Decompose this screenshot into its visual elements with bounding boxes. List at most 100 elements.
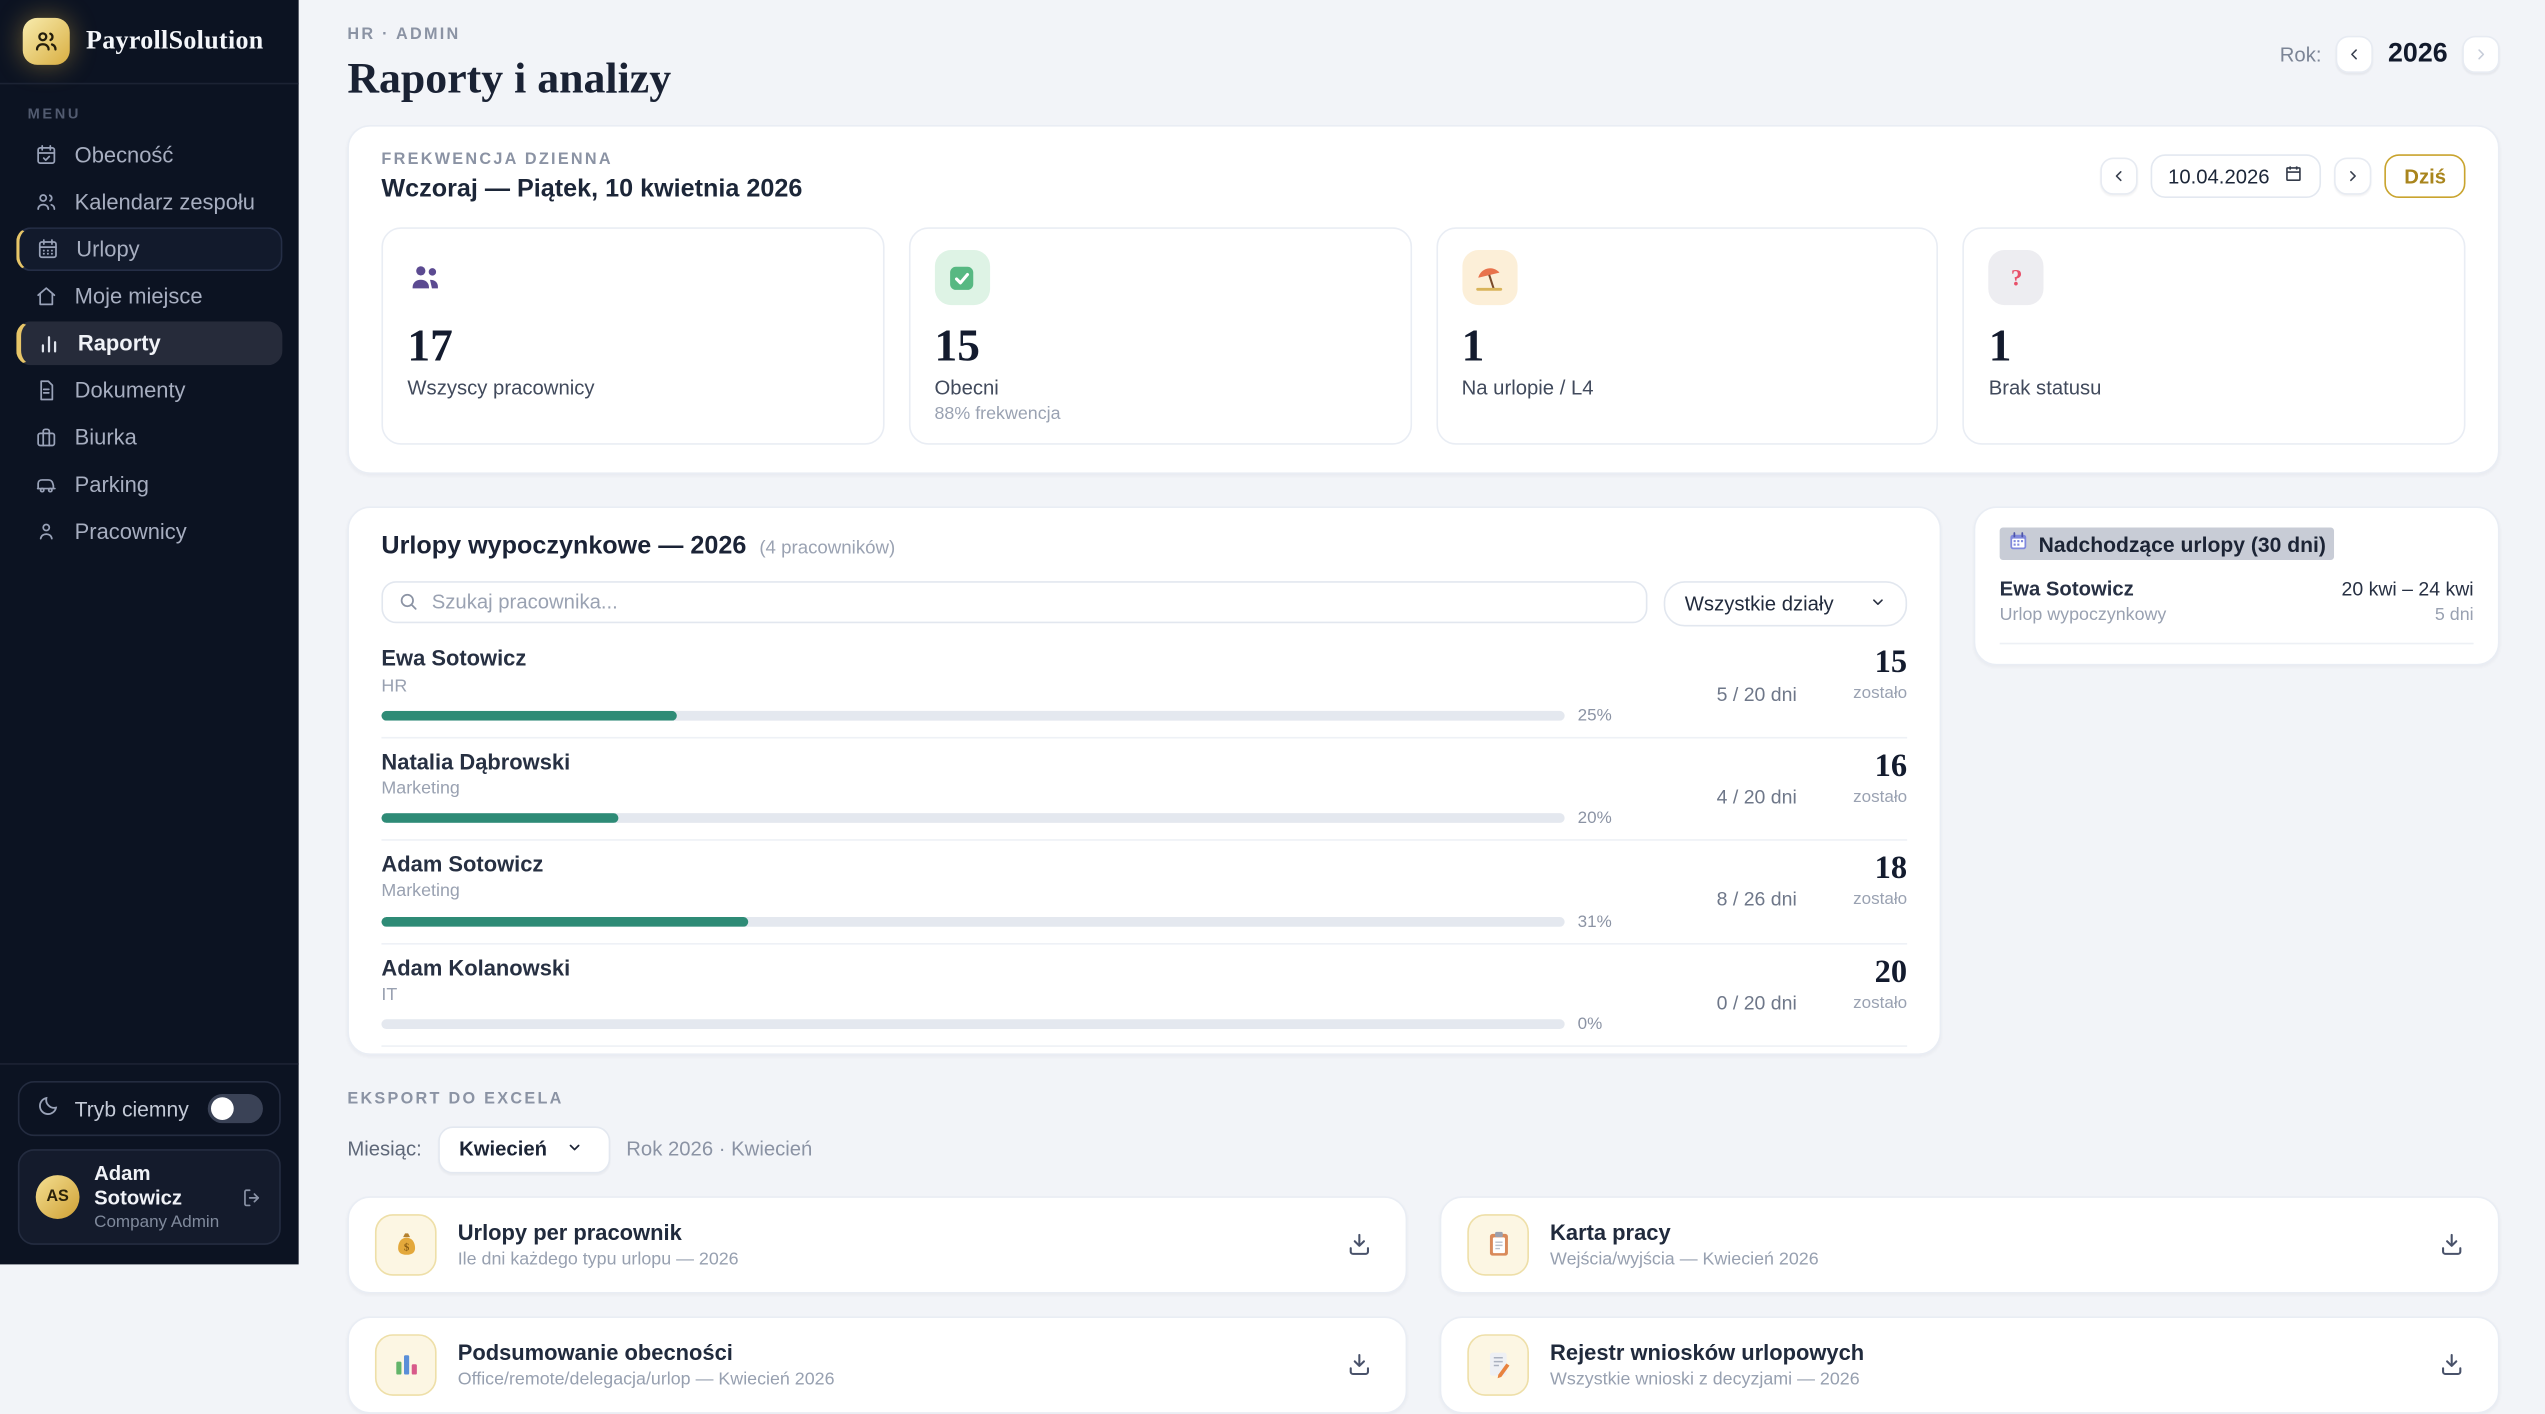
people-purple-icon [407, 250, 462, 305]
user-card[interactable]: AS Adam Sotowicz Company Admin [18, 1149, 281, 1245]
leave-used: 8 / 26 dni [1643, 888, 1797, 911]
export-card-attendance-summary[interactable]: Podsumowanie obecności Office/remote/del… [347, 1316, 1407, 1413]
leave-progress-fill [381, 916, 748, 926]
brand-header: PayrollSolution [0, 0, 299, 83]
home-icon [34, 284, 58, 308]
dark-mode-row: Tryb ciemny [18, 1081, 281, 1136]
people-icon [34, 190, 58, 214]
leave-progress-bar [381, 813, 1564, 823]
bar-chart-color-icon [375, 1334, 437, 1396]
export-card-subtitle: Office/remote/delegacja/urlop — Kwiecień… [458, 1370, 1318, 1389]
sidebar-nav: Obecność Kalendarz zespołu Urlopy Moje m… [0, 130, 299, 557]
sidebar-item-label: Kalendarz zespołu [75, 190, 255, 214]
sidebar-item-raporty[interactable]: Raporty [16, 321, 282, 365]
date-next-button[interactable] [2334, 157, 2371, 194]
month-select[interactable]: Kwiecień [438, 1126, 610, 1173]
export-cards: $ Urlopy per pracownik Ile dni każdego t… [347, 1196, 2499, 1413]
leave-row[interactable]: Adam Sotowicz Marketing 31% 8 / 26 dni 1… [381, 841, 1907, 944]
leave-used: 0 / 20 dni [1643, 991, 1797, 1014]
download-icon[interactable] [1339, 1224, 1380, 1265]
sidebar-item-obecnosc[interactable]: Obecność [16, 133, 282, 177]
attendance-date-heading: Wczoraj — Piątek, 10 kwietnia 2026 [381, 175, 802, 204]
employee-name: Adam Kolanowski [381, 955, 1623, 981]
toggle-knob [211, 1097, 234, 1120]
sidebar-item-biurka[interactable]: Biurka [16, 416, 282, 460]
leave-progress-bar [381, 711, 1564, 721]
leave-row[interactable]: Natalia Dąbrowski Marketing 20% 4 / 20 d… [381, 738, 1907, 841]
date-input[interactable]: 10.04.2026 [2150, 154, 2321, 198]
calendar-check-icon [34, 143, 58, 167]
leave-remaining: 16 [1816, 749, 1907, 781]
leave-progress-fill [381, 813, 618, 823]
app-window: PayrollSolution MENU Obecność Kalendarz … [0, 0, 2545, 1264]
leave-rows: Ewa Sotowicz HR 25% 5 / 20 dni 15 został… [381, 635, 1907, 1046]
year-label: Rok: [2280, 43, 2322, 66]
upcoming-entry: Ewa Sotowicz Urlop wypoczynkowy 20 kwi –… [2000, 578, 2474, 645]
leave-row[interactable]: Adam Kolanowski IT 0% 0 / 20 dni 20 zost… [381, 944, 1907, 1047]
export-eyebrow: EKSPORT DO EXCELA [347, 1091, 2499, 1109]
sidebar-item-kalendarz-zespolu[interactable]: Kalendarz zespołu [16, 180, 282, 224]
stat-value: 15 [934, 323, 1385, 371]
memo-pencil-icon [1467, 1334, 1529, 1396]
download-icon[interactable] [2431, 1345, 2472, 1386]
date-prev-button[interactable] [2100, 157, 2137, 194]
export-card-subtitle: Wejścia/wyjścia — Kwiecień 2026 [1550, 1250, 2410, 1269]
leave-balances-card: Urlopy wypoczynkowe — 2026 (4 pracownikó… [347, 507, 1941, 1055]
sidebar-item-moje-miejsce[interactable]: Moje miejsce [16, 274, 282, 318]
dark-mode-toggle[interactable] [208, 1094, 263, 1123]
date-controls: 10.04.2026 Dziś [2100, 154, 2466, 198]
export-card-title: Karta pracy [1550, 1220, 2410, 1244]
download-icon[interactable] [2431, 1224, 2472, 1265]
department-select[interactable]: Wszystkie działy [1664, 582, 1907, 627]
chevron-down-icon [1870, 593, 1886, 616]
sidebar-item-dokumenty[interactable]: Dokumenty [16, 368, 282, 412]
year-prev-button[interactable] [2336, 36, 2373, 73]
leave-progress-bar [381, 916, 1564, 926]
export-card-work-card[interactable]: Karta pracy Wejścia/wyjścia — Kwiecień 2… [1440, 1196, 2500, 1293]
month-select-value: Kwiecień [459, 1138, 547, 1161]
employee-department: IT [381, 985, 1623, 1006]
sidebar-item-urlopy[interactable]: Urlopy [16, 227, 282, 271]
chevron-down-icon [567, 1138, 583, 1161]
beach-umbrella-icon [1462, 250, 1517, 305]
export-card-leave-per-employee[interactable]: $ Urlopy per pracownik Ile dni każdego t… [347, 1196, 1407, 1293]
stat-card-all-employees: 17 Wszyscy pracownicy [381, 227, 884, 445]
car-icon [34, 472, 58, 496]
export-card-leave-requests-register[interactable]: Rejestr wniosków urlopowych Wszystkie wn… [1440, 1316, 2500, 1413]
month-label: Miesiąc: [347, 1138, 421, 1161]
brand-logo-people-icon [23, 18, 70, 65]
download-icon[interactable] [1339, 1345, 1380, 1386]
logout-icon[interactable] [240, 1186, 263, 1209]
export-card-subtitle: Wszystkie wnioski z decyzjami — 2026 [1550, 1370, 2410, 1389]
leave-count-note: (4 pracowników) [759, 540, 895, 559]
export-card-title: Rejestr wniosków urlopowych [1550, 1341, 2410, 1365]
sidebar-item-label: Obecność [75, 143, 174, 167]
export-period-note: Rok 2026 · Kwiecień [626, 1138, 812, 1161]
sidebar-item-parking[interactable]: Parking [16, 463, 282, 507]
upcoming-title-text: Nadchodzące urlopy (30 dni) [2039, 532, 2326, 556]
employee-name: Adam Sotowicz [381, 852, 1623, 878]
moon-icon [36, 1094, 60, 1123]
brand-name: PayrollSolution [86, 27, 264, 56]
stat-label: Brak statusu [1989, 377, 2440, 400]
stat-sublabel: 88% frekwencja [934, 405, 1385, 424]
search-input[interactable] [381, 582, 1647, 624]
year-next-button[interactable] [2462, 36, 2499, 73]
today-button[interactable]: Dziś [2385, 154, 2466, 198]
leave-remaining-label: zostało [1816, 890, 1907, 909]
sidebar-item-pracownicy[interactable]: Pracownicy [16, 510, 282, 554]
stat-label: Wszyscy pracownicy [407, 377, 858, 400]
export-controls: Miesiąc: Kwiecień Rok 2026 · Kwiecień [347, 1126, 2499, 1173]
export-card-subtitle: Ile dni każdego typu urlopu — 2026 [458, 1250, 1318, 1269]
user-role: Company Admin [94, 1212, 225, 1231]
page-title: Raporty i analizy [347, 54, 671, 104]
calendar-picker-icon[interactable] [2284, 164, 2303, 188]
sidebar-item-label: Urlopy [76, 237, 139, 261]
sidebar-item-label: Biurka [75, 425, 137, 449]
date-value: 10.04.2026 [2168, 165, 2270, 188]
year-selector: Rok: 2026 [2280, 36, 2500, 73]
leave-progress-bar [381, 1019, 1564, 1029]
avatar: AS [36, 1175, 80, 1219]
leave-row[interactable]: Ewa Sotowicz HR 25% 5 / 20 dni 15 został… [381, 635, 1907, 738]
leave-remaining-label: zostało [1816, 787, 1907, 806]
